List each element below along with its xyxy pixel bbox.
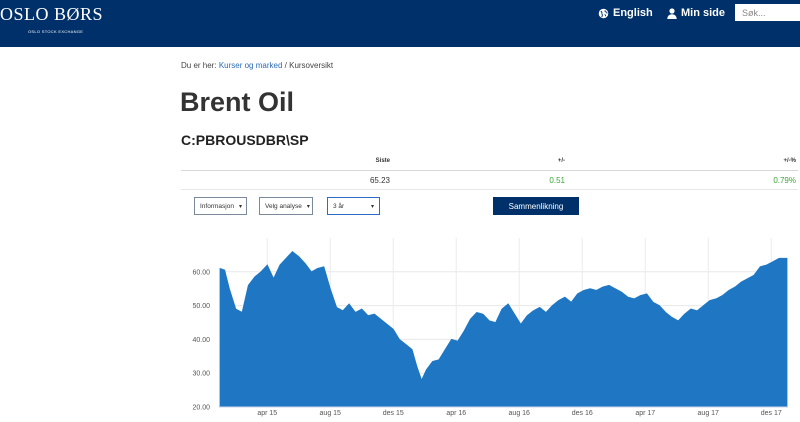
x-tick-label: des 16 bbox=[572, 410, 593, 417]
x-tick-label: apr 15 bbox=[257, 410, 277, 417]
y-tick-label: 30.00 bbox=[192, 371, 210, 378]
x-tick-label: apr 16 bbox=[446, 410, 466, 417]
y-tick-label: 50.00 bbox=[192, 303, 210, 310]
y-tick-label: 40.00 bbox=[192, 337, 210, 344]
x-tick-label: des 15 bbox=[383, 410, 404, 417]
x-tick-label: aug 15 bbox=[320, 410, 342, 417]
y-tick-label: 20.00 bbox=[192, 405, 210, 412]
y-tick-label: 60.00 bbox=[192, 269, 210, 276]
x-tick-label: apr 17 bbox=[635, 410, 655, 417]
x-tick-label: des 17 bbox=[761, 410, 782, 417]
x-tick-label: aug 16 bbox=[509, 410, 531, 417]
price-chart[interactable]: 60.00 50.00 40.00 30.00 20.00 apr 15 aug 15 des… bbox=[0, 0, 800, 422]
price-area-series bbox=[219, 250, 788, 408]
x-tick-label: aug 17 bbox=[698, 410, 720, 417]
